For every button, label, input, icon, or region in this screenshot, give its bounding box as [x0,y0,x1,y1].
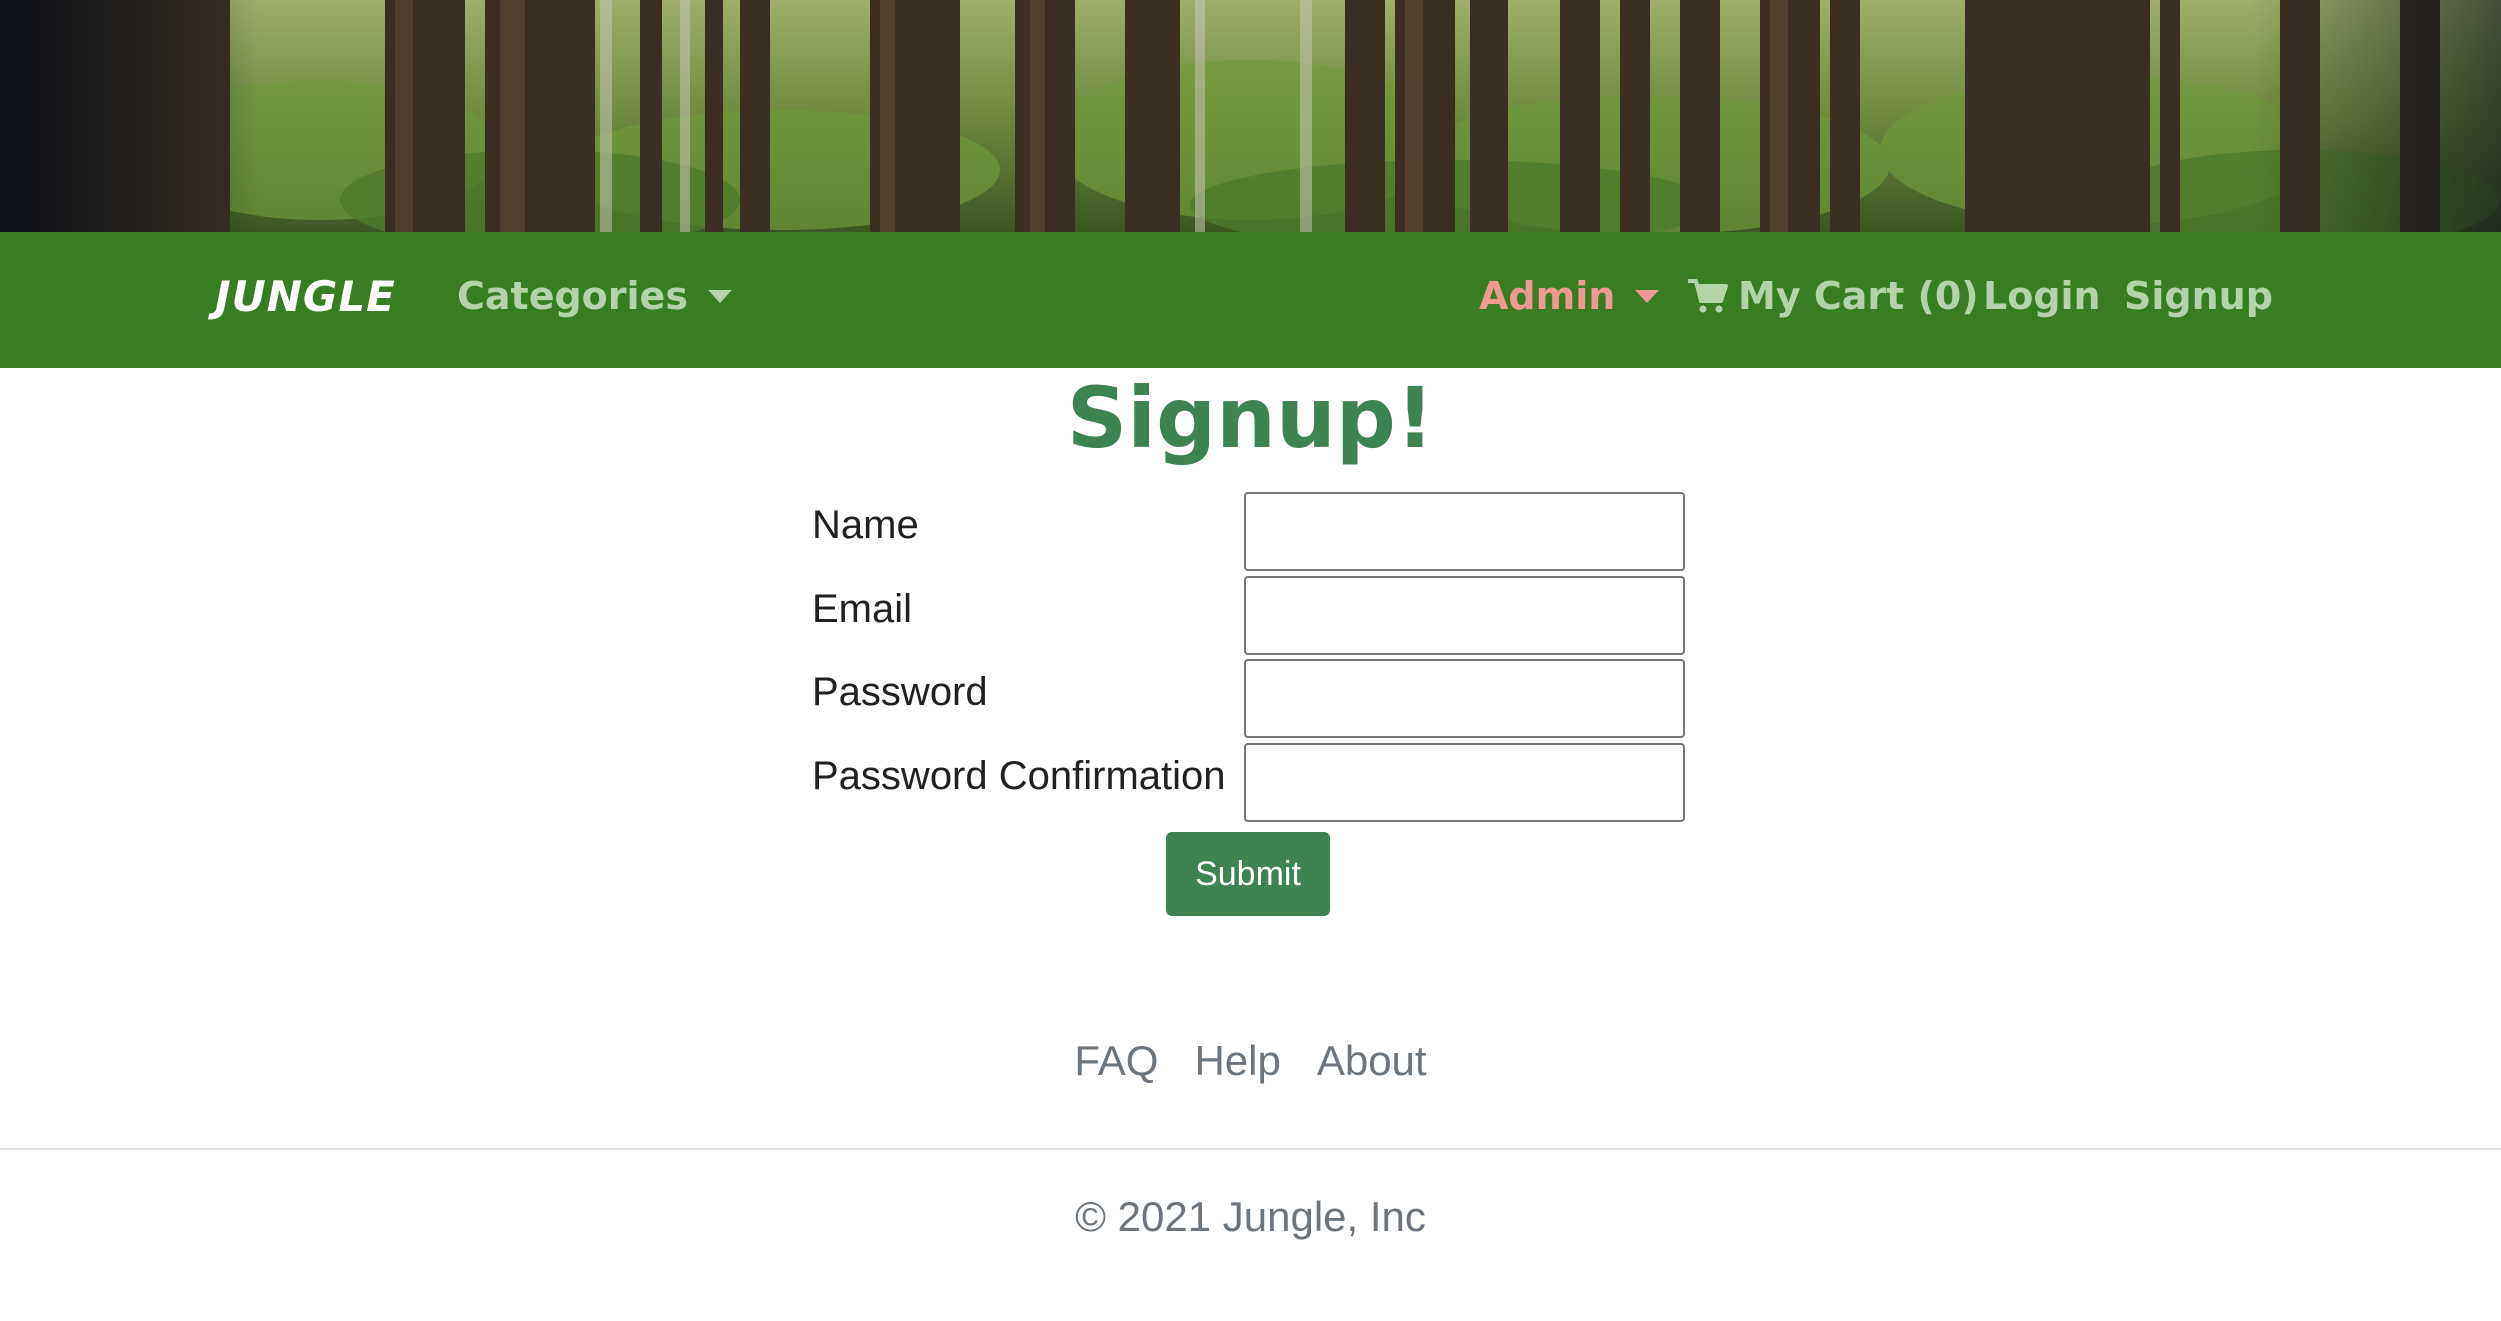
shopping-cart-icon [1688,279,1728,313]
password-label: Password [812,670,988,714]
chevron-down-icon [707,289,732,303]
name-field[interactable] [1244,492,1685,571]
name-label: Name [812,503,919,547]
admin-dropdown[interactable]: Admin [1479,274,1660,318]
email-label: Email [812,587,913,631]
footer-links: FAQ Help About [0,1037,2501,1085]
my-cart-label: My Cart (0) [1738,274,1979,318]
login-link[interactable]: Login [1983,274,2101,318]
submit-button[interactable]: Submit [1166,832,1330,916]
brand-logo[interactable]: JUNGLE [215,272,396,321]
footer-divider [0,1148,2501,1150]
footer-link-about[interactable]: About [1317,1037,1427,1085]
top-navbar: JUNGLE Categories Admin My Cart (0) Logi… [0,232,2501,368]
signup-label: Signup [2124,274,2273,318]
my-cart-link[interactable]: My Cart (0) [1688,274,1979,318]
page-title: Signup! [1066,369,1435,467]
admin-label: Admin [1479,274,1616,318]
forest-banner-image [0,0,2501,232]
password-confirmation-label: Password Confirmation [812,754,1226,798]
email-field[interactable] [1244,576,1685,655]
chevron-down-icon [1635,289,1660,303]
copyright-text: © 2021 Jungle, Inc [1075,1193,1426,1240]
footer-link-faq[interactable]: FAQ [1074,1037,1158,1085]
categories-dropdown[interactable]: Categories [457,274,732,318]
categories-label: Categories [457,274,688,318]
password-confirmation-field[interactable] [1244,743,1685,822]
signup-link[interactable]: Signup [2124,274,2273,318]
password-field[interactable] [1244,659,1685,738]
footer-link-help[interactable]: Help [1194,1037,1280,1085]
login-label: Login [1983,274,2101,318]
